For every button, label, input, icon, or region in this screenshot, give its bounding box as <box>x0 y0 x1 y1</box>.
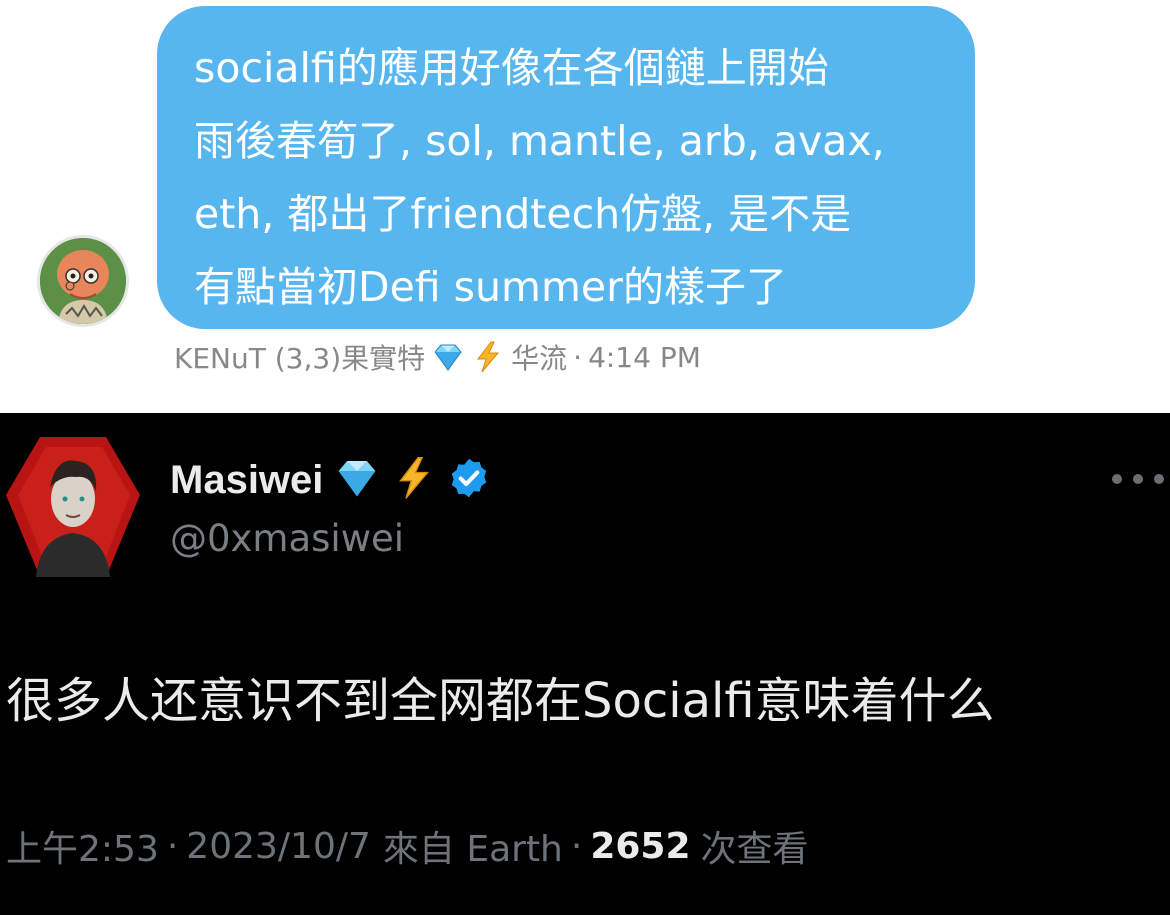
author-name-row: Masiwei <box>170 451 491 509</box>
message-bubble[interactable]: socialfi的應用好像在各個鏈上開始 雨後春筍了, sol, mantle,… <box>157 6 975 329</box>
message-time: 4:14 PM <box>588 340 701 374</box>
author-handle[interactable]: @0xmasiwei <box>170 517 404 560</box>
tweet-card: Masiwei @0xmasiwei 很多人还意识不到全网都在Socialfi意… <box>0 413 1170 915</box>
message-meta: KENuT (3,3)果實特 华流 · 4:14 PM <box>174 335 701 379</box>
meta-separator: · <box>573 340 583 374</box>
tweet-meta: 上午2:53 · 2023/10/7 來自 Earth · 2652 次查看 <box>6 818 809 874</box>
more-dot <box>1112 474 1122 484</box>
gem-icon <box>431 340 465 374</box>
author-avatar-image <box>6 437 140 577</box>
more-options-icon[interactable] <box>1112 465 1164 493</box>
tweet-date[interactable]: 2023/10/7 <box>186 826 371 867</box>
tweet-time[interactable]: 上午2:53 <box>6 820 159 872</box>
views-label: 次查看 <box>700 829 809 870</box>
sender-name: KENuT (3,3)果實特 <box>174 342 426 375</box>
meta-separator: · <box>166 825 179 867</box>
message-line: 雨後春筍了, sol, mantle, arb, avax, <box>194 117 885 165</box>
gem-icon <box>333 454 381 507</box>
views-count[interactable]: 2652 <box>590 826 690 867</box>
author-avatar[interactable] <box>6 437 140 577</box>
lightning-icon <box>391 455 437 506</box>
dm-conversation: socialfi的應用好像在各個鏈上開始 雨後春筍了, sol, mantle,… <box>0 0 1170 413</box>
message-line: 有點當初Defi summer的樣子了 <box>194 263 787 311</box>
tweet-text: 很多人还意识不到全网都在Socialfi意味着什么 <box>6 673 995 729</box>
meta-separator: · <box>570 825 583 867</box>
sender-suffix: 华流 <box>511 342 568 375</box>
sender-avatar[interactable] <box>37 235 129 327</box>
more-dot <box>1154 474 1164 484</box>
verified-badge-icon[interactable] <box>447 456 491 505</box>
more-dot <box>1133 474 1143 484</box>
sender-avatar-image <box>40 238 126 324</box>
author-name[interactable]: Masiwei <box>170 458 323 503</box>
tweet-source: 來自 Earth <box>382 829 563 870</box>
message-line: eth, 都出了friendtech仿盤, 是不是 <box>194 190 852 238</box>
lightning-icon <box>471 340 505 374</box>
message-line: socialfi的應用好像在各個鏈上開始 <box>194 44 829 92</box>
